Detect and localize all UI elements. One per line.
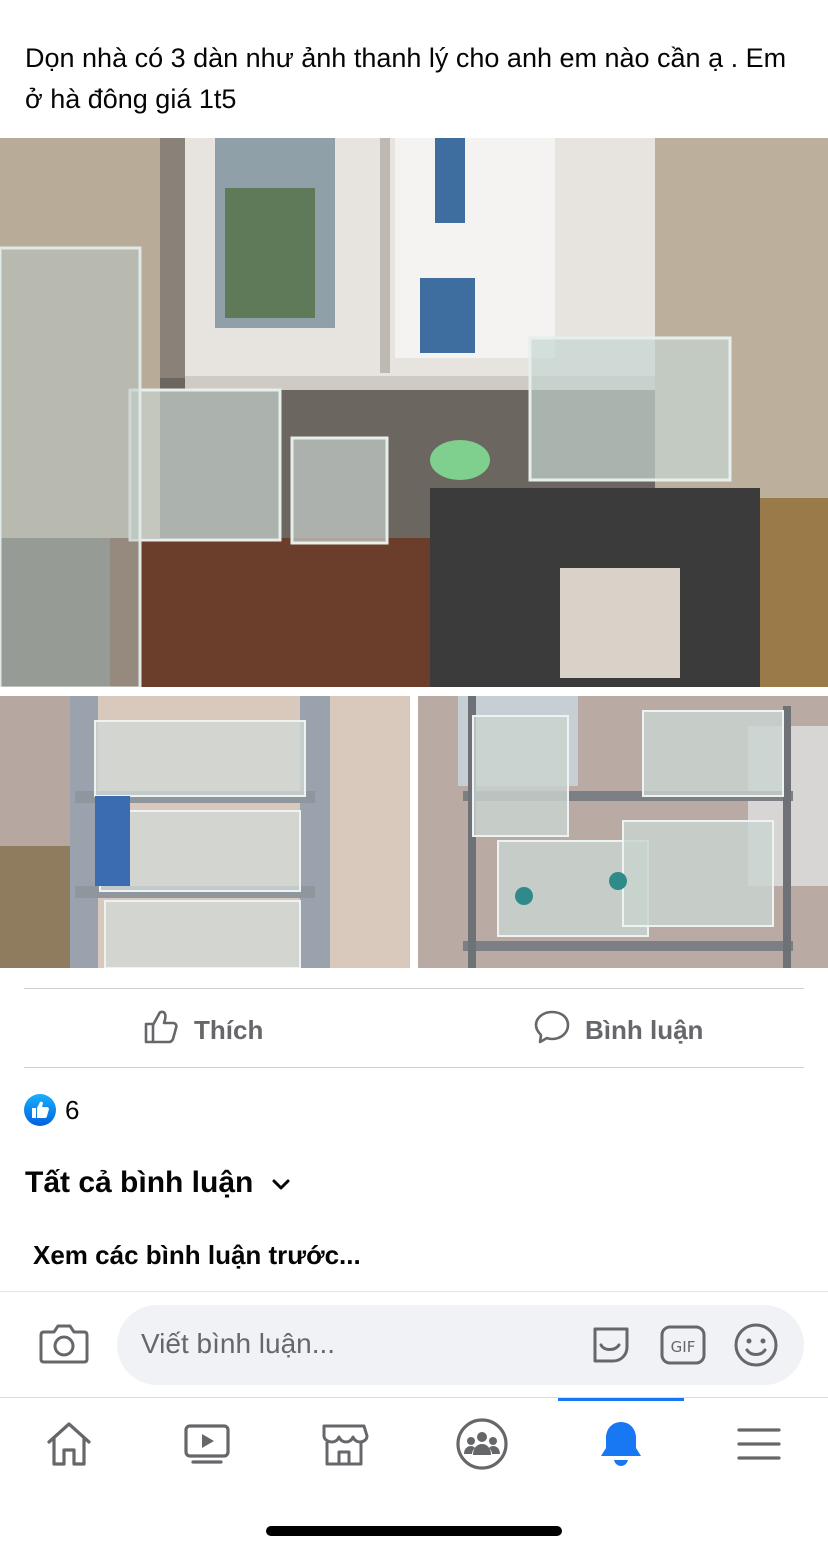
reaction-summary[interactable]: 6	[24, 1094, 79, 1126]
like-button[interactable]: Thích	[142, 1006, 263, 1054]
tab-menu[interactable]	[729, 1416, 789, 1476]
photo-main-image	[0, 138, 828, 687]
view-previous-comments[interactable]: Xem các bình luận trước...	[33, 1240, 361, 1271]
divider-bottom	[24, 1067, 804, 1068]
tab-home[interactable]	[39, 1416, 99, 1476]
active-tab-indicator	[558, 1398, 684, 1401]
like-icon	[142, 1008, 180, 1053]
bell-icon	[597, 1418, 645, 1475]
like-label: Thích	[194, 1014, 264, 1045]
comment-label: Bình luận	[585, 1014, 704, 1045]
gif-icon[interactable]: GIF	[659, 1321, 707, 1374]
post-text: Dọn nhà có 3 dàn như ảnh thanh lý cho an…	[25, 43, 787, 114]
photo-right[interactable]	[418, 696, 828, 968]
camera-icon[interactable]	[38, 1320, 90, 1371]
comment-filter[interactable]: Tất cả bình luận	[25, 1166, 291, 1200]
tab-notifications[interactable]	[591, 1416, 651, 1476]
menu-icon	[735, 1424, 783, 1469]
tab-watch[interactable]	[177, 1416, 237, 1476]
home-icon	[43, 1418, 95, 1475]
photo-left-image	[0, 696, 410, 968]
tab-groups[interactable]	[452, 1416, 512, 1476]
comment-placeholder: Viết bình luận...	[141, 1328, 336, 1359]
photo-right-image	[418, 696, 828, 968]
shop-icon	[318, 1418, 370, 1475]
svg-text:GIF: GIF	[671, 1338, 696, 1356]
photo-main[interactable]	[0, 138, 828, 687]
tab-marketplace[interactable]	[314, 1416, 374, 1476]
reaction-count: 6	[65, 1094, 80, 1125]
like-reaction-icon	[24, 1094, 56, 1126]
video-icon	[181, 1418, 233, 1475]
chevron-down-icon	[271, 1166, 291, 1200]
comment-icon	[533, 1008, 571, 1053]
emoji-icon[interactable]	[732, 1321, 780, 1374]
bottom-tab-bar	[0, 1397, 828, 1488]
comment-button[interactable]: Bình luận	[533, 1006, 703, 1054]
comment-filter-label: Tất cả bình luận	[25, 1166, 254, 1199]
divider-top	[24, 988, 804, 989]
groups-icon	[455, 1417, 509, 1476]
sticker-icon[interactable]	[587, 1321, 635, 1374]
home-indicator[interactable]	[266, 1526, 562, 1536]
photo-left[interactable]	[0, 696, 410, 968]
comment-input[interactable]: Viết bình luận... GIF	[117, 1305, 804, 1385]
